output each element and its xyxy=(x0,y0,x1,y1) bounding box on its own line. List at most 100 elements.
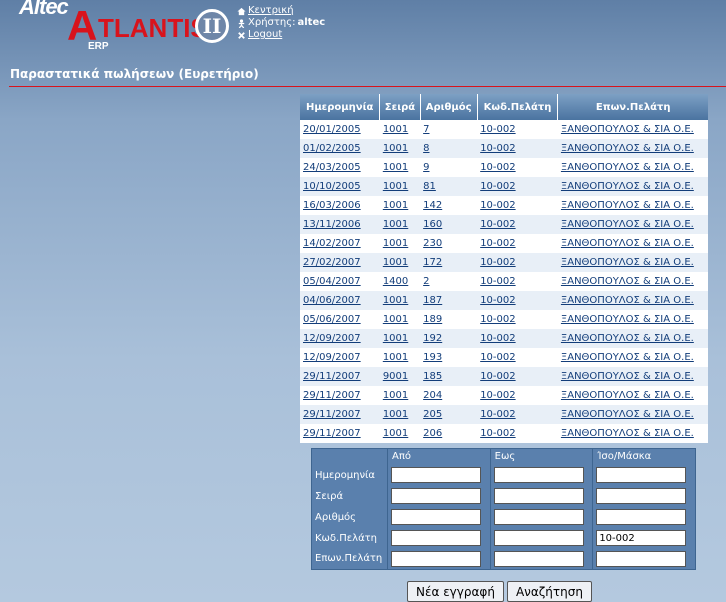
customer-code-link[interactable]: 10-002 xyxy=(480,409,515,420)
customer-code-link[interactable]: 10-002 xyxy=(480,352,515,363)
customer-code-link[interactable]: 10-002 xyxy=(480,124,515,135)
number-link[interactable]: 2 xyxy=(423,276,429,287)
number-link[interactable]: 185 xyxy=(423,371,442,382)
series-link[interactable]: 1001 xyxy=(383,219,408,230)
number-link[interactable]: 9 xyxy=(423,162,429,173)
number-link[interactable]: 160 xyxy=(423,219,442,230)
customer-name-link[interactable]: ΞΑΝΘΟΠΟΥΛΟΣ & ΣΙΑ Ο.Ε. xyxy=(561,352,694,363)
customer-name-link[interactable]: ΞΑΝΘΟΠΟΥΛΟΣ & ΣΙΑ Ο.Ε. xyxy=(561,200,694,211)
customer-name-link[interactable]: ΞΑΝΘΟΠΟΥΛΟΣ & ΣΙΑ Ο.Ε. xyxy=(561,371,694,382)
number-link[interactable]: 193 xyxy=(423,352,442,363)
customer-code-link[interactable]: 10-002 xyxy=(480,162,515,173)
series-link[interactable]: 1001 xyxy=(383,162,408,173)
new-record-button[interactable]: Νέα εγγραφή xyxy=(407,581,504,602)
series-link[interactable]: 1001 xyxy=(383,257,408,268)
customer-code-link[interactable]: 10-002 xyxy=(480,390,515,401)
customer-code-link[interactable]: 10-002 xyxy=(480,200,515,211)
series-link[interactable]: 1001 xyxy=(383,352,408,363)
series-link[interactable]: 1001 xyxy=(383,409,408,420)
series-link[interactable]: 1400 xyxy=(383,276,408,287)
number-link[interactable]: 7 xyxy=(423,124,429,135)
date-link[interactable]: 27/02/2007 xyxy=(303,257,361,268)
series-link[interactable]: 1001 xyxy=(383,333,408,344)
search-equal-input[interactable] xyxy=(596,550,687,567)
search-equal-input[interactable] xyxy=(596,530,687,546)
customer-name-link[interactable]: ΞΑΝΘΟΠΟΥΛΟΣ & ΣΙΑ Ο.Ε. xyxy=(561,257,694,268)
date-link[interactable]: 05/06/2007 xyxy=(303,314,361,325)
customer-name-link[interactable]: ΞΑΝΘΟΠΟΥΛΟΣ & ΣΙΑ Ο.Ε. xyxy=(561,276,694,287)
header-series[interactable]: Σειρά xyxy=(379,94,421,120)
series-link[interactable]: 1001 xyxy=(383,200,408,211)
number-link[interactable]: 192 xyxy=(423,333,442,344)
number-link[interactable]: 204 xyxy=(423,390,442,401)
search-to-input[interactable] xyxy=(493,488,584,504)
date-link[interactable]: 01/02/2005 xyxy=(303,143,361,154)
number-link[interactable]: 142 xyxy=(423,200,442,211)
date-link[interactable]: 16/03/2006 xyxy=(303,200,361,211)
date-link[interactable]: 20/01/2005 xyxy=(303,124,361,135)
date-link[interactable]: 14/02/2007 xyxy=(303,238,361,249)
date-link[interactable]: 12/09/2007 xyxy=(303,333,361,344)
search-from-input[interactable] xyxy=(391,488,481,504)
search-to-input[interactable] xyxy=(493,467,584,483)
number-link[interactable]: 230 xyxy=(423,238,442,249)
date-link[interactable]: 24/03/2005 xyxy=(303,162,361,173)
search-to-input[interactable] xyxy=(493,550,584,567)
number-link[interactable]: 205 xyxy=(423,409,442,420)
search-from-input[interactable] xyxy=(391,530,481,546)
customer-code-link[interactable]: 10-002 xyxy=(480,219,515,230)
customer-name-link[interactable]: ΞΑΝΘΟΠΟΥΛΟΣ & ΣΙΑ Ο.Ε. xyxy=(561,333,694,344)
series-link[interactable]: 1001 xyxy=(383,428,408,439)
customer-code-link[interactable]: 10-002 xyxy=(480,295,515,306)
header-date[interactable]: Ημερομηνία xyxy=(300,94,381,120)
series-link[interactable]: 1001 xyxy=(383,390,408,401)
header-number[interactable]: Αριθμός xyxy=(420,94,478,120)
customer-name-link[interactable]: ΞΑΝΘΟΠΟΥΛΟΣ & ΣΙΑ Ο.Ε. xyxy=(561,238,694,249)
header-customer-name[interactable]: Επων.Πελάτη xyxy=(557,94,708,120)
series-link[interactable]: 1001 xyxy=(383,314,408,325)
series-link[interactable]: 1001 xyxy=(383,238,408,249)
date-link[interactable]: 29/11/2007 xyxy=(303,409,361,420)
series-link[interactable]: 1001 xyxy=(383,143,408,154)
customer-name-link[interactable]: ΞΑΝΘΟΠΟΥΛΟΣ & ΣΙΑ Ο.Ε. xyxy=(561,124,694,135)
customer-code-link[interactable]: 10-002 xyxy=(480,428,515,439)
customer-name-link[interactable]: ΞΑΝΘΟΠΟΥΛΟΣ & ΣΙΑ Ο.Ε. xyxy=(561,162,694,173)
customer-name-link[interactable]: ΞΑΝΘΟΠΟΥΛΟΣ & ΣΙΑ Ο.Ε. xyxy=(561,219,694,230)
home-link[interactable]: Κεντρική xyxy=(248,5,294,17)
customer-name-link[interactable]: ΞΑΝΘΟΠΟΥΛΟΣ & ΣΙΑ Ο.Ε. xyxy=(561,181,694,192)
search-from-input[interactable] xyxy=(391,550,481,567)
search-to-input[interactable] xyxy=(493,509,584,525)
customer-code-link[interactable]: 10-002 xyxy=(480,143,515,154)
search-from-input[interactable] xyxy=(391,467,481,483)
series-link[interactable]: 1001 xyxy=(383,295,408,306)
customer-name-link[interactable]: ΞΑΝΘΟΠΟΥΛΟΣ & ΣΙΑ Ο.Ε. xyxy=(561,314,694,325)
number-link[interactable]: 8 xyxy=(423,143,429,154)
search-to-input[interactable] xyxy=(493,530,584,546)
number-link[interactable]: 187 xyxy=(423,295,442,306)
date-link[interactable]: 10/10/2005 xyxy=(303,181,361,192)
customer-code-link[interactable]: 10-002 xyxy=(480,333,515,344)
header-customer-code[interactable]: Κωδ.Πελάτη xyxy=(477,94,559,120)
search-equal-input[interactable] xyxy=(596,488,687,504)
date-link[interactable]: 29/11/2007 xyxy=(303,390,361,401)
customer-name-link[interactable]: ΞΑΝΘΟΠΟΥΛΟΣ & ΣΙΑ Ο.Ε. xyxy=(561,390,694,401)
customer-code-link[interactable]: 10-002 xyxy=(480,257,515,268)
number-link[interactable]: 189 xyxy=(423,314,442,325)
number-link[interactable]: 81 xyxy=(423,181,436,192)
search-equal-input[interactable] xyxy=(596,467,687,483)
customer-code-link[interactable]: 10-002 xyxy=(480,181,515,192)
date-link[interactable]: 05/04/2007 xyxy=(303,276,361,287)
date-link[interactable]: 13/11/2006 xyxy=(303,219,361,230)
customer-name-link[interactable]: ΞΑΝΘΟΠΟΥΛΟΣ & ΣΙΑ Ο.Ε. xyxy=(561,409,694,420)
customer-code-link[interactable]: 10-002 xyxy=(480,371,515,382)
customer-name-link[interactable]: ΞΑΝΘΟΠΟΥΛΟΣ & ΣΙΑ Ο.Ε. xyxy=(561,295,694,306)
search-from-input[interactable] xyxy=(391,509,481,525)
search-equal-input[interactable] xyxy=(596,509,687,525)
date-link[interactable]: 04/06/2007 xyxy=(303,295,361,306)
customer-name-link[interactable]: ΞΑΝΘΟΠΟΥΛΟΣ & ΣΙΑ Ο.Ε. xyxy=(561,428,694,439)
customer-code-link[interactable]: 10-002 xyxy=(480,276,515,287)
logout-link[interactable]: Logout xyxy=(248,29,282,41)
number-link[interactable]: 206 xyxy=(423,428,442,439)
date-link[interactable]: 29/11/2007 xyxy=(303,428,361,439)
date-link[interactable]: 29/11/2007 xyxy=(303,371,361,382)
